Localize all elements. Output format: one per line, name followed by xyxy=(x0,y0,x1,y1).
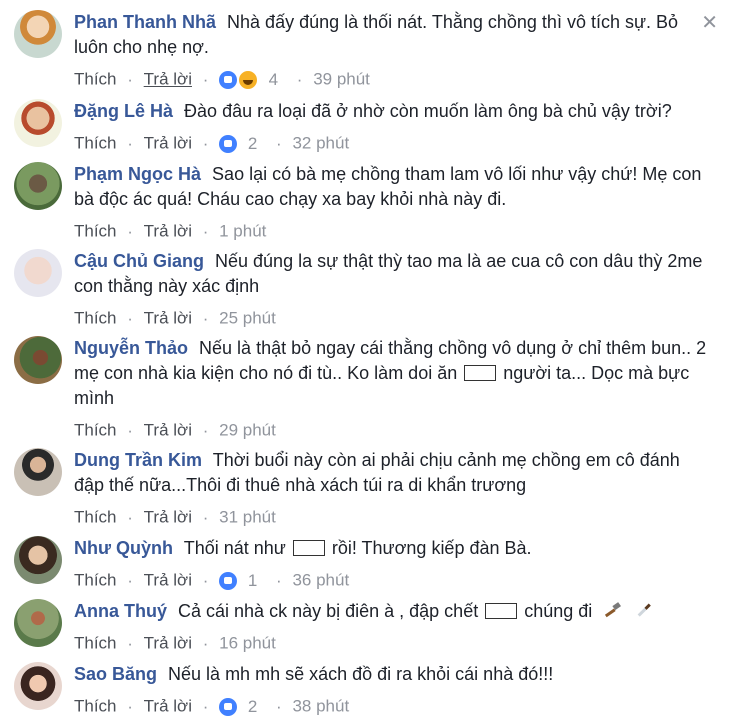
comment-time[interactable]: 39 phút xyxy=(313,70,370,89)
comment-text-part: Cả cái nhà ck này bị điên à , đập chết xyxy=(178,601,479,621)
avatar[interactable] xyxy=(14,448,62,496)
comment-time[interactable]: 38 phút xyxy=(292,697,349,716)
avatar[interactable] xyxy=(14,99,62,147)
comment-text: Nếu là mh mh sẽ xách đồ đi ra khỏi cái n… xyxy=(168,664,554,684)
like-button[interactable]: Thích xyxy=(74,134,117,153)
comment-text-part: chúng đi xyxy=(524,601,593,621)
like-reaction-icon xyxy=(219,697,238,716)
reaction-count[interactable]: 4 xyxy=(269,70,278,89)
comment-time[interactable]: 25 phút xyxy=(219,309,276,328)
comment-time[interactable]: 31 phút xyxy=(219,508,276,527)
reaction-count[interactable]: 2 xyxy=(248,134,257,153)
like-reaction-icon xyxy=(219,571,238,590)
avatar[interactable] xyxy=(14,162,62,210)
reply-button[interactable]: Trả lời xyxy=(144,508,192,527)
reply-button[interactable]: Trả lời xyxy=(144,309,192,328)
reply-button[interactable]: Trả lời xyxy=(144,222,192,241)
comment-time[interactable]: 36 phút xyxy=(292,571,349,590)
like-button[interactable]: Thích xyxy=(74,421,117,440)
like-button[interactable]: Thích xyxy=(74,697,117,716)
like-button[interactable]: Thích xyxy=(74,571,117,590)
censored-word-icon xyxy=(485,603,518,619)
reaction-count[interactable]: 1 xyxy=(248,571,257,590)
comment-text: Đào đâu ra loại đã ở nhờ còn muốn làm ôn… xyxy=(184,101,672,121)
comment-time[interactable]: 32 phút xyxy=(292,134,349,153)
knife-icon xyxy=(637,603,652,617)
commenter-name[interactable]: Dung Trần Kim xyxy=(74,450,202,470)
like-reaction-icon xyxy=(219,70,238,89)
censored-word-icon xyxy=(292,540,325,556)
comment-time[interactable]: 1 phút xyxy=(219,222,266,241)
commenter-name[interactable]: Như Quỳnh xyxy=(74,538,173,558)
commenter-name[interactable]: Nguyễn Thảo xyxy=(74,338,188,358)
reply-button[interactable]: Trả lời xyxy=(144,421,192,440)
comment-time[interactable]: 29 phút xyxy=(219,421,276,440)
reply-button[interactable]: Trả lời xyxy=(144,697,192,716)
haha-reaction-icon xyxy=(237,69,258,90)
censored-word-icon xyxy=(464,365,497,381)
commenter-name[interactable]: Cậu Chủ Giang xyxy=(74,251,204,271)
reaction-count[interactable]: 2 xyxy=(248,697,257,716)
comment-list: ✕ Phan Thanh Nhã Nhà đấy đúng là thối ná… xyxy=(0,0,736,719)
reply-button[interactable]: Trả lời xyxy=(144,634,192,653)
avatar[interactable] xyxy=(14,336,62,384)
comment-text-part: Thối nát như xyxy=(183,538,286,558)
avatar[interactable] xyxy=(14,249,62,297)
reply-button[interactable]: Trả lời xyxy=(144,571,192,590)
like-reaction-icon xyxy=(219,134,238,153)
like-button[interactable]: Thích xyxy=(74,222,117,241)
avatar[interactable] xyxy=(14,10,62,58)
like-button[interactable]: Thích xyxy=(74,309,117,328)
commenter-name[interactable]: Đặng Lê Hà xyxy=(74,101,173,121)
like-button[interactable]: Thích xyxy=(74,508,117,527)
commenter-name[interactable]: Phan Thanh Nhã xyxy=(74,12,216,32)
reply-button[interactable]: Trả lời xyxy=(144,70,192,89)
like-button[interactable]: Thích xyxy=(74,70,117,89)
avatar[interactable] xyxy=(14,599,62,647)
like-button[interactable]: Thích xyxy=(74,634,117,653)
avatar[interactable] xyxy=(14,536,62,584)
comment-text-part: rồi! Thương kiếp đàn Bà. xyxy=(331,538,532,558)
reply-button[interactable]: Trả lời xyxy=(144,134,192,153)
commenter-name[interactable]: Sao Băng xyxy=(74,664,157,684)
hammer-icon xyxy=(605,602,622,618)
avatar[interactable] xyxy=(14,662,62,710)
comment-time[interactable]: 16 phút xyxy=(219,634,276,653)
commenter-name[interactable]: Phạm Ngọc Hà xyxy=(74,164,201,184)
commenter-name[interactable]: Anna Thuý xyxy=(74,601,167,621)
